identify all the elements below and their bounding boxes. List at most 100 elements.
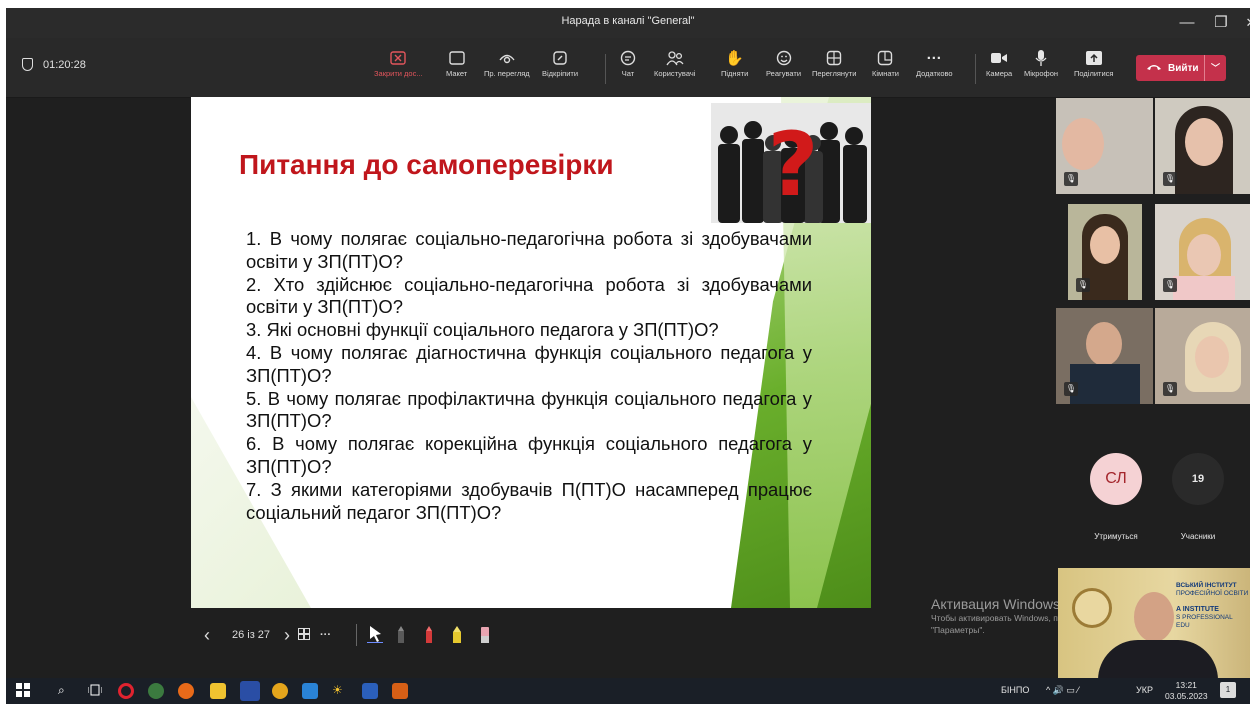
more-icon: ··· xyxy=(926,49,942,67)
chat-button[interactable]: Чат xyxy=(620,47,636,78)
react-button[interactable]: Реагувати xyxy=(766,47,801,78)
meeting-timer: 01:20:28 xyxy=(22,58,86,71)
unpin-icon xyxy=(542,47,578,69)
question-item: 6. В чому полягає корекційна функція соц… xyxy=(246,433,812,477)
windows-taskbar: ⌕ ☀ БІНПО ^ 🔊 ▭ ⁄ УКР 13:21 03.05.2023 1 xyxy=(6,678,1250,704)
layout-icon xyxy=(446,47,467,69)
question-item: 1. В чому полягає соціально-педагогічна … xyxy=(246,228,812,272)
keyboard-language[interactable]: УКР xyxy=(1136,685,1153,695)
file-explorer-icon[interactable] xyxy=(210,683,226,699)
mic-off-icon: 🎙 xyxy=(1163,172,1177,186)
participant-count-label: Учасники xyxy=(1180,532,1216,541)
word-icon[interactable] xyxy=(362,683,378,699)
participant-face xyxy=(1062,118,1104,170)
participant-video[interactable]: 🎙 xyxy=(1056,308,1153,404)
prev-slide-button[interactable]: ‹ xyxy=(204,625,226,646)
participant-clothes xyxy=(1173,276,1235,300)
teams-taskbar-icon[interactable] xyxy=(240,681,260,701)
title-bar: Нарада в каналі "General" — ❐ ✕ xyxy=(6,8,1250,38)
meeting-toolbar: 01:20:28 Закрити дос... Макет Пр. перегл… xyxy=(6,38,1250,98)
app-icon[interactable] xyxy=(302,683,318,699)
participant-video[interactable]: 🎙 xyxy=(1056,98,1153,194)
view-icon xyxy=(812,47,856,69)
window-title: Нарада в каналі "General" xyxy=(561,15,695,27)
highlighter-icon[interactable] xyxy=(451,625,479,646)
avatar-label: Утримуться xyxy=(1094,532,1138,541)
preview-button[interactable]: Пр. перегляд xyxy=(484,47,530,78)
participant-video[interactable]: 🎙 xyxy=(1155,308,1250,404)
camera-icon xyxy=(986,47,1012,69)
participant-video[interactable]: 🎙 xyxy=(1155,98,1250,194)
participant-video[interactable]: 🎙 xyxy=(1068,204,1142,300)
participant-face xyxy=(1090,226,1120,264)
layout-button[interactable]: Макет xyxy=(446,47,467,78)
question-item: 4. В чому полягає діагностична функція с… xyxy=(246,341,812,386)
self-video[interactable]: ВСЬКИЙ ІНСТИТУТ ПРОФЕСІЙНОЇ ОСВІТИ A INS… xyxy=(1058,568,1250,684)
chevron-down-icon[interactable]: ﹀ xyxy=(1204,55,1226,81)
pen-icon[interactable] xyxy=(395,625,423,646)
app-icon[interactable]: ☀ xyxy=(332,683,348,699)
participant-avatar[interactable]: СЛ xyxy=(1090,453,1142,505)
preview-icon xyxy=(484,47,530,69)
mic-off-icon: 🎙 xyxy=(1163,382,1177,396)
participant-face xyxy=(1187,234,1221,276)
system-clock[interactable]: 13:21 03.05.2023 xyxy=(1165,680,1208,702)
unpin-button[interactable]: Відкріпити xyxy=(542,47,578,78)
windows-start-icon[interactable] xyxy=(16,683,32,699)
participant-count[interactable]: 19 xyxy=(1172,453,1224,505)
participant-clothes xyxy=(1070,364,1140,404)
self-face xyxy=(1134,592,1174,642)
close-share-icon xyxy=(374,47,423,69)
mic-off-icon: 🎙 xyxy=(1064,172,1078,186)
view-button[interactable]: Переглянути xyxy=(812,47,856,78)
timer-text: 01:20:28 xyxy=(43,58,86,71)
people-button[interactable]: Користувачі xyxy=(654,47,695,78)
app-icon[interactable] xyxy=(148,683,164,699)
teams-window: Нарада в каналі "General" — ❐ ✕ 01:20:28… xyxy=(6,8,1250,704)
react-icon xyxy=(766,47,801,69)
pointer-icon[interactable] xyxy=(367,625,395,646)
participant-face xyxy=(1185,118,1223,166)
red-pen-icon[interactable] xyxy=(423,625,451,646)
search-icon[interactable]: ⌕ xyxy=(58,683,74,699)
next-slide-button[interactable]: › xyxy=(276,625,298,646)
mic-off-icon: 🎙 xyxy=(1064,382,1078,396)
more-button[interactable]: ··· Додатково xyxy=(916,47,953,79)
leave-button[interactable]: Вийти ﹀ xyxy=(1136,55,1226,81)
phone-hangup-icon xyxy=(1146,63,1162,74)
opera-icon[interactable] xyxy=(118,683,134,699)
app-icon[interactable] xyxy=(392,683,408,699)
participant-video[interactable]: 🎙 xyxy=(1155,204,1250,300)
banner-text: ВСЬКИЙ ІНСТИТУТ ПРОФЕСІЙНОЇ ОСВІТИ A INS… xyxy=(1176,582,1249,629)
eraser-icon[interactable] xyxy=(479,625,507,646)
minimize-button[interactable]: — xyxy=(1168,8,1206,38)
shield-icon xyxy=(22,58,33,71)
participant-face xyxy=(1195,336,1229,378)
firefox-icon[interactable] xyxy=(178,683,194,699)
chat-icon xyxy=(620,47,636,69)
svg-text:?: ? xyxy=(767,113,818,216)
question-list: 1. В чому полягає соціально-педагогічна … xyxy=(246,228,812,524)
toolbar-divider xyxy=(975,54,976,84)
question-item: 5. В чому полягає профілактична функція … xyxy=(246,387,812,432)
chrome-icon[interactable] xyxy=(272,683,288,699)
rooms-button[interactable]: Кімнати xyxy=(872,47,899,78)
stop-sharing-button[interactable]: Закрити дос... xyxy=(374,47,423,78)
slide-controls: ‹ 26 із 27 › ··· xyxy=(204,623,507,647)
shared-slide: ? Питання до самоперевірки 1. В чому пол… xyxy=(191,97,871,608)
task-view-icon[interactable] xyxy=(87,683,104,699)
institute-logo xyxy=(1072,588,1112,628)
tray-icons[interactable]: ^ 🔊 ▭ ⁄ xyxy=(1046,685,1079,696)
grid-view-icon[interactable] xyxy=(298,627,320,643)
silhouettes-question-image: ? xyxy=(711,103,871,223)
mic-icon xyxy=(1024,47,1058,69)
share-button[interactable]: Поділитися xyxy=(1074,47,1113,78)
mic-button[interactable]: Мікрофон xyxy=(1024,47,1058,78)
close-window-button[interactable]: ✕ xyxy=(1232,8,1250,38)
notification-icon[interactable]: 1 xyxy=(1220,682,1236,698)
raise-hand-button[interactable]: ✋ Підняти xyxy=(721,47,748,78)
camera-button[interactable]: Камера xyxy=(986,47,1012,78)
language-indicator[interactable]: БІНПО xyxy=(1001,685,1029,695)
more-options-button[interactable]: ··· xyxy=(320,629,346,641)
mic-off-icon: 🎙 xyxy=(1163,278,1177,292)
